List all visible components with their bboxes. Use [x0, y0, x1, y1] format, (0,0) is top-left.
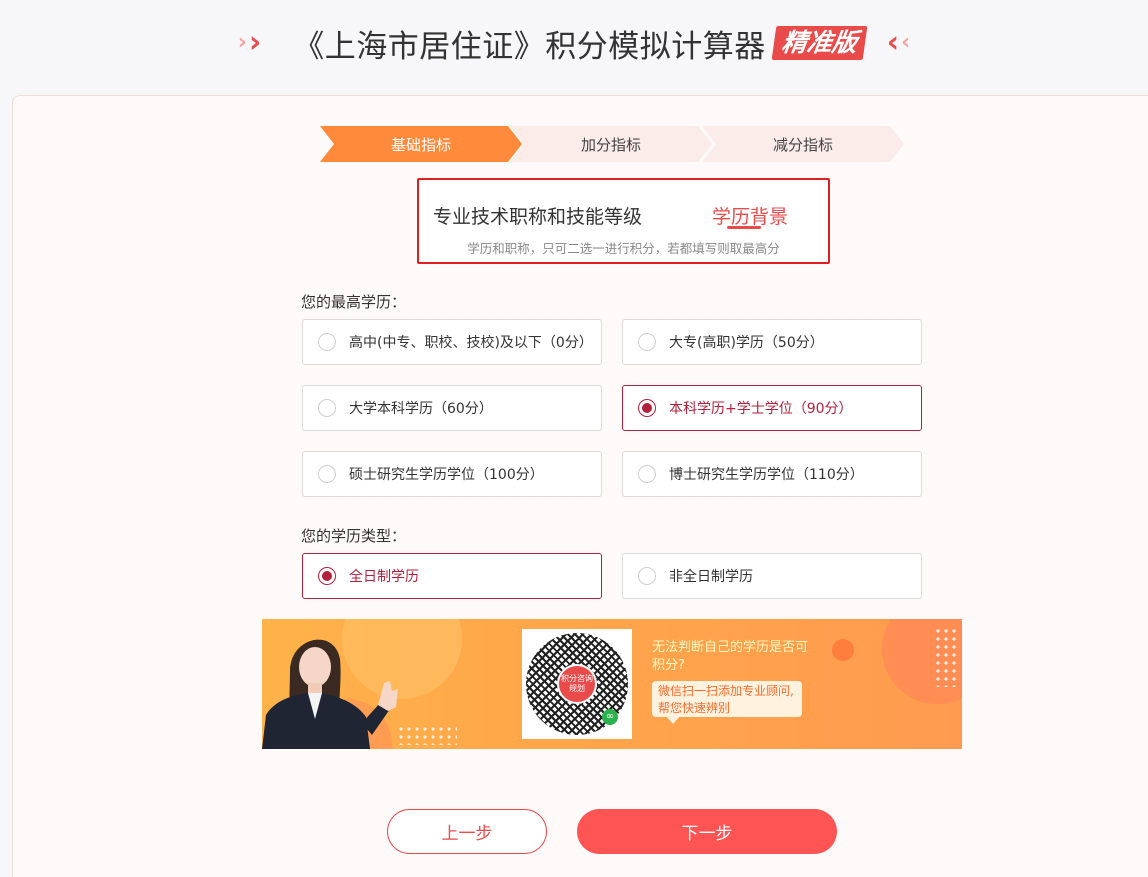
education-label: 您的最高学历：	[301, 293, 407, 311]
decor-circle	[832, 639, 854, 661]
decor-arrows-right: ‹ ‹	[887, 28, 910, 58]
advisor-photo	[262, 639, 398, 749]
next-step-button[interactable]: 下一步	[577, 809, 837, 854]
decor-arrows-left: › ›	[238, 28, 261, 58]
page-header: › › 《上海市居住证》积分模拟计算器 精准版 ‹ ‹	[0, 18, 1148, 68]
radio-selected-icon[interactable]	[318, 567, 336, 585]
edu-type-parttime[interactable]: 非全日制学历	[622, 553, 922, 599]
option-label: 博士研究生学历学位（110分）	[669, 467, 864, 483]
option-label: 非全日制学历	[669, 569, 753, 585]
education-option-bachelor-degree[interactable]: 本科学历+学士学位（90分）	[622, 385, 922, 431]
step-deduction[interactable]: 减分指标	[702, 126, 904, 162]
consult-banner[interactable]: 积分咨询规划 ∞ 无法判断自己的学历是否可积分? 微信扫一扫添加专业顾问,帮您快…	[262, 619, 962, 749]
option-label: 高中(中专、职校、技校)及以下（0分）	[349, 335, 593, 351]
radio-icon[interactable]	[638, 465, 656, 483]
miniprogram-icon: ∞	[602, 709, 618, 725]
chevron-left-icon: ‹	[901, 30, 911, 55]
step-basic[interactable]: 基础指标	[320, 126, 522, 162]
qr-pattern: 积分咨询规划 ∞	[526, 633, 628, 735]
tab-title-skill[interactable]: 专业技术职称和技能等级	[433, 202, 642, 229]
banner-question: 无法判断自己的学历是否可积分?	[652, 640, 809, 673]
chevron-right-icon: ›	[237, 30, 247, 55]
education-option-bachelor[interactable]: 大学本科学历（60分）	[302, 385, 602, 431]
radio-icon[interactable]	[318, 399, 336, 417]
wechat-qr-code: 积分咨询规划 ∞	[522, 629, 632, 739]
page-title: 《上海市居住证》积分模拟计算器	[293, 28, 766, 65]
radio-icon[interactable]	[318, 333, 336, 351]
edu-type-fulltime[interactable]: 全日制学历	[302, 553, 602, 599]
tab-active-indicator	[727, 226, 761, 229]
education-option-master[interactable]: 硕士研究生学历学位（100分）	[302, 451, 602, 497]
prev-step-button[interactable]: 上一步	[387, 809, 547, 854]
tab-education[interactable]: 学历背景	[712, 202, 788, 229]
radio-icon[interactable]	[638, 567, 656, 585]
qr-logo-text: 积分咨询规划	[561, 674, 593, 693]
decor-dots	[934, 627, 956, 687]
chevron-left-icon: ‹	[886, 25, 900, 60]
education-option-doctor[interactable]: 博士研究生学历学位（110分）	[622, 451, 922, 497]
radio-selected-icon[interactable]	[638, 399, 656, 417]
option-label: 大学本科学历（60分）	[349, 401, 493, 417]
option-label: 硕士研究生学历学位（100分）	[349, 467, 544, 483]
edition-badge: 精准版	[771, 26, 868, 60]
option-label: 全日制学历	[349, 569, 419, 585]
radio-icon[interactable]	[638, 333, 656, 351]
radio-icon[interactable]	[318, 465, 336, 483]
chevron-right-icon: ›	[248, 25, 262, 60]
option-label: 大专(高职)学历（50分）	[669, 335, 824, 351]
education-option-highschool[interactable]: 高中(中专、职校、技校)及以下（0分）	[302, 319, 602, 365]
step-bonus[interactable]: 加分指标	[510, 126, 712, 162]
category-tabs: 专业技术职称和技能等级 学历背景 学历和职称，只可二选一进行积分，若都填写则取最…	[417, 178, 830, 264]
option-label: 本科学历+学士学位（90分）	[669, 401, 853, 417]
banner-speech-bubble: 微信扫一扫添加专业顾问,帮您快速辨别	[652, 681, 802, 724]
edu-type-label: 您的学历类型：	[301, 527, 407, 545]
tab-hint: 学历和职称，只可二选一进行积分，若都填写则取最高分	[467, 241, 780, 256]
qr-logo: 积分咨询规划	[557, 664, 597, 704]
education-option-college[interactable]: 大专(高职)学历（50分）	[622, 319, 922, 365]
